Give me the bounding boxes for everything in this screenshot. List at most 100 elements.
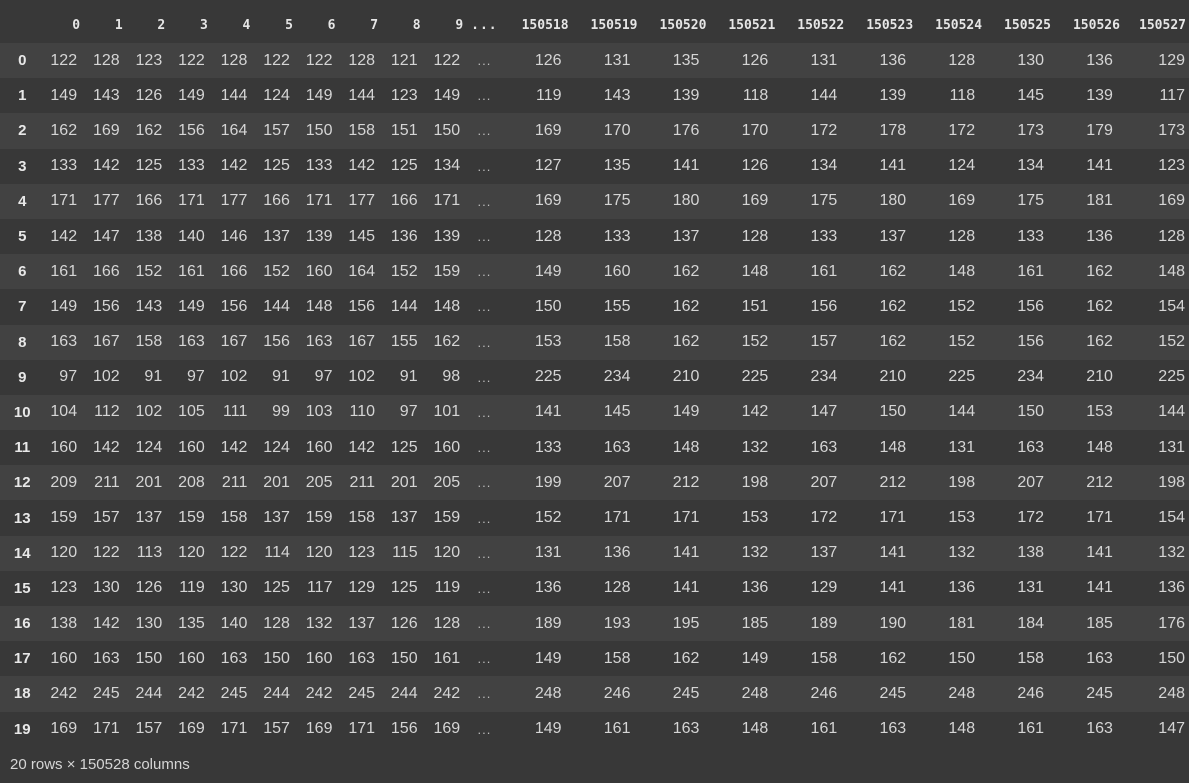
table-cell: 149	[741, 649, 769, 667]
table-cell: 105	[178, 403, 205, 421]
table-cell: 120	[305, 544, 333, 562]
row-index: 11	[14, 439, 31, 457]
table-cell: 128	[220, 51, 248, 69]
table-cell: 133	[1017, 227, 1045, 245]
table-row: 16 138 142 130 135 140 128 132 137 126 128... 189 19…	[0, 606, 1189, 642]
table-cell: 149	[178, 86, 205, 104]
table-cell: 126	[135, 579, 163, 597]
table-cell: 169	[50, 720, 78, 738]
row-index: 3	[18, 157, 27, 175]
table-cell: 163	[50, 333, 78, 351]
table-cell: 212	[879, 473, 907, 491]
column-header: 1	[114, 17, 123, 33]
table-cell: 170	[741, 121, 769, 139]
table-cell: 125	[263, 579, 290, 597]
table-cell: 134	[1017, 157, 1045, 175]
table-cell: 133	[178, 157, 205, 175]
table-cell: 150	[1158, 649, 1185, 667]
table-cell: 245	[672, 684, 700, 702]
table-cell: 246	[603, 684, 631, 702]
table-cell: 122	[178, 51, 205, 69]
table-cell: 164	[220, 121, 248, 139]
table-cell: 211	[94, 473, 120, 491]
table-cell: 171	[603, 509, 631, 527]
table-row: 2 162 169 162 156 164 157 150 158 151 150... 169 170…	[0, 113, 1189, 149]
table-cell: 181	[948, 614, 976, 632]
table-cell: 139	[305, 227, 333, 245]
table-cell: 158	[603, 649, 631, 667]
table-row: 3 133 142 125 133 142 125 133 142 125 134... 127 135…	[0, 148, 1189, 184]
table-cell: 169	[534, 192, 562, 210]
table-cell: 169	[433, 720, 461, 738]
table-cell: 130	[220, 579, 248, 597]
table-cell: 136	[1158, 579, 1185, 597]
table-cell: 151	[741, 297, 769, 315]
row-index: 6	[18, 263, 27, 281]
table-cell: 189	[534, 614, 562, 632]
table-cell: 125	[263, 157, 290, 175]
table-cell: 114	[264, 544, 290, 562]
table-cell: 178	[879, 121, 907, 139]
table-cell: 137	[390, 509, 418, 527]
row-index: 2	[18, 122, 27, 140]
table-cell: 121	[390, 51, 418, 69]
table-cell: 207	[603, 473, 631, 491]
table-cell: 201	[135, 473, 163, 491]
column-header: 150521	[728, 17, 776, 33]
table-cell: 126	[741, 157, 769, 175]
column-header: 8	[412, 17, 421, 33]
table-cell: 131	[948, 438, 976, 456]
table-cell: 163	[879, 720, 907, 738]
table-cell: 144	[220, 86, 248, 104]
table-cell: 155	[603, 297, 631, 315]
table-cell: 180	[879, 192, 907, 210]
table-cell: 150	[305, 121, 333, 139]
table-cell: 171	[92, 720, 120, 738]
table-cell: 160	[603, 262, 631, 280]
table-cell: 102	[92, 368, 120, 386]
table-cell: 148	[948, 262, 976, 280]
row-index: 18	[13, 685, 31, 703]
table-cell: 234	[1017, 368, 1045, 386]
table-cell: 151	[390, 121, 418, 139]
table-cell: 147	[92, 227, 120, 245]
row-index: 16	[13, 615, 31, 633]
table-cell: 166	[263, 192, 290, 210]
table-cell: 129	[810, 579, 838, 597]
table-cell: 225	[741, 368, 769, 386]
table-cell: 119	[434, 579, 461, 597]
table-cell: 166	[135, 192, 163, 210]
table-cell: 163	[1086, 720, 1113, 738]
table-row: 4 171 177 166 171 177 166 171 177 166 171... 169 175…	[0, 183, 1189, 219]
table-cell: 156	[92, 297, 120, 315]
table-cell: 139	[433, 227, 461, 245]
table-cell: 133	[305, 157, 333, 175]
table-cell: 225	[948, 368, 976, 386]
table-cell: 97	[59, 368, 78, 386]
table-cell: 172	[810, 121, 838, 139]
table-cell: 154	[1158, 509, 1185, 527]
table-cell: 166	[92, 262, 120, 280]
truncated-cell-ellipsis: ...	[477, 651, 492, 667]
table-cell: 152	[741, 333, 769, 351]
table-cell: 150	[534, 297, 562, 315]
table-cell: 136	[1086, 227, 1113, 245]
table-cell: 198	[741, 473, 769, 491]
table-cell: 185	[1086, 614, 1113, 632]
table-cell: 149	[534, 262, 562, 280]
table-cell: 160	[305, 649, 333, 667]
table-cell: 149	[534, 649, 562, 667]
table-cell: 205	[433, 473, 461, 491]
table-cell: 140	[178, 227, 205, 245]
index-column-header	[0, 7, 41, 43]
table-cell: 225	[534, 368, 562, 386]
table-cell: 161	[810, 262, 838, 280]
table-cell: 153	[534, 333, 562, 351]
table-cell: 99	[272, 403, 290, 421]
table-cell: 166	[390, 192, 418, 210]
table-row: 6 161 166 152 161 166 152 160 164 152 159... 149 160…	[0, 254, 1189, 290]
table-cell: 157	[263, 720, 290, 738]
table-cell: 124	[948, 157, 976, 175]
table-cell: 167	[92, 333, 120, 351]
table-cell: 125	[390, 579, 418, 597]
